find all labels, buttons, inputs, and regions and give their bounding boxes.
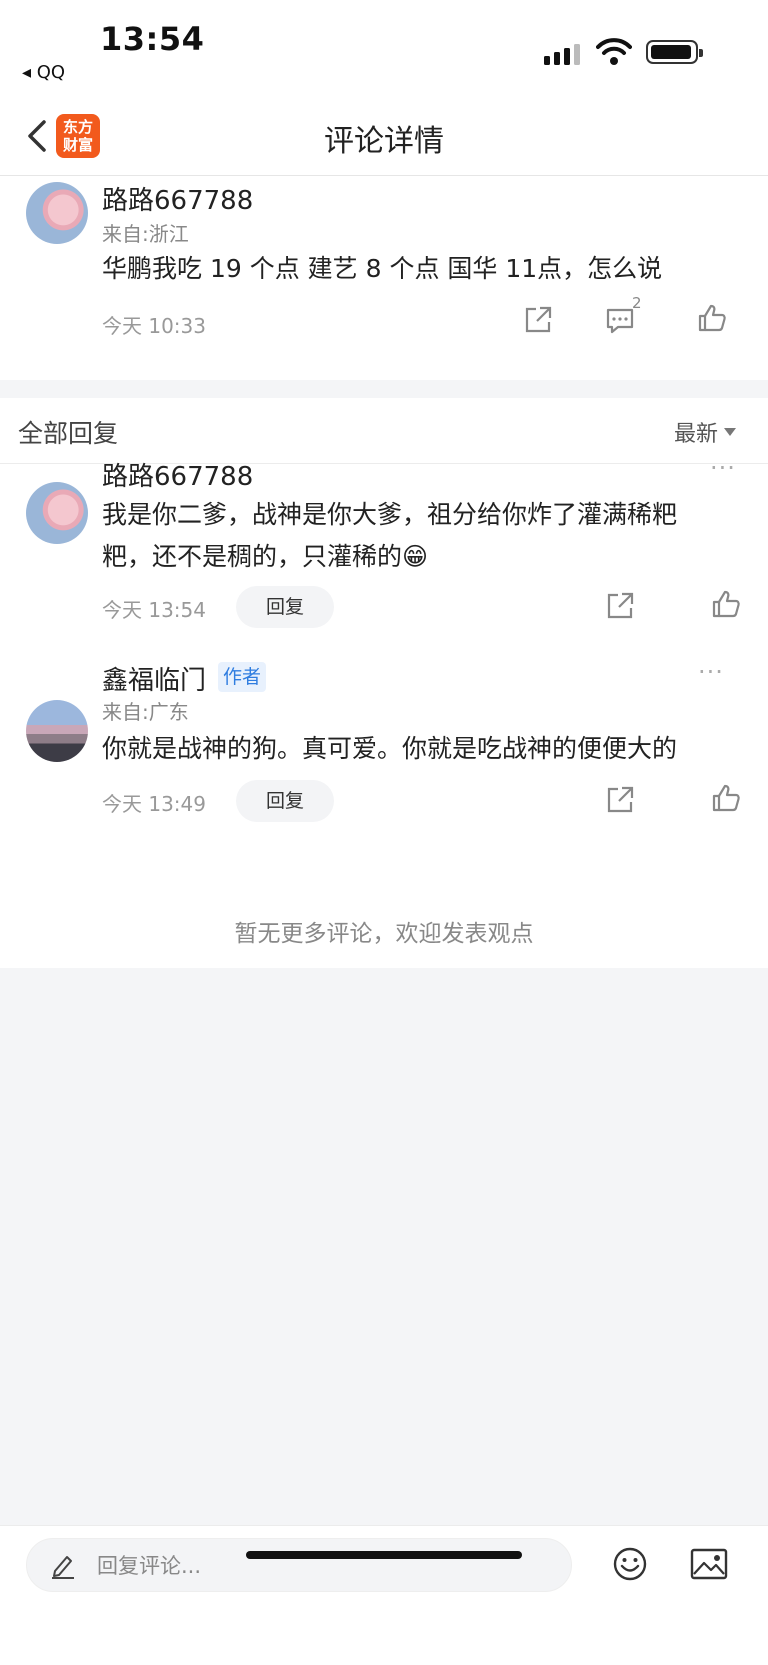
bottom-bar xyxy=(0,1525,768,1665)
wifi-icon xyxy=(596,38,632,65)
page-title: 评论详情 xyxy=(324,124,444,159)
comment-text: 华鹏我吃 19 个点 建艺 8 个点 国华 11点，怎么说 xyxy=(102,254,663,283)
more-options-icon[interactable]: ··· xyxy=(710,454,736,482)
reply-username[interactable]: 鑫福临门 xyxy=(102,660,206,697)
comment-username[interactable]: 路路667788 xyxy=(102,180,253,217)
reply-input-container[interactable] xyxy=(26,1538,572,1592)
pen-icon xyxy=(52,1556,74,1579)
status-bar: 13:54 ◂ QQ xyxy=(0,0,768,100)
sort-label: 最新 xyxy=(673,422,718,447)
image-icon[interactable] xyxy=(690,1548,728,1580)
reply-text: 我是你二爹，战神是你大爹，祖分给你炸了灌满稀粑 xyxy=(102,500,678,529)
reply-text: 粑，还不是稠的，只灌稀的😁 xyxy=(102,542,429,571)
reply-text: 你就是战神的狗。真可爱。你就是吃战神的便便大的 xyxy=(102,734,678,763)
section-divider xyxy=(0,380,768,398)
caret-down-icon[interactable] xyxy=(724,428,736,436)
replies-title: 全部回复 xyxy=(18,419,119,448)
like-icon[interactable] xyxy=(710,588,742,620)
reply-time: 今天 13:49 xyxy=(102,792,206,816)
reply-username[interactable]: 路路667788 xyxy=(102,456,253,493)
reply-location: 来自:广东 xyxy=(102,700,189,724)
replies-header: 全部回复 最新 xyxy=(0,398,768,464)
back-to-app-link[interactable]: ◂ QQ xyxy=(22,62,65,83)
author-badge: 作者 xyxy=(218,662,267,692)
comment-location: 来自:浙江 xyxy=(102,222,189,246)
avatar[interactable] xyxy=(26,482,88,544)
reply-time: 今天 13:54 xyxy=(102,598,206,622)
avatar[interactable] xyxy=(26,700,88,762)
emoji-icon[interactable] xyxy=(612,1546,648,1582)
like-icon[interactable] xyxy=(696,302,728,334)
reply-button[interactable]: 回复 xyxy=(236,586,334,628)
share-icon[interactable] xyxy=(522,304,554,336)
main-comment: 路路667788 来自:浙江 华鹏我吃 19 个点 建艺 8 个点 国华 11点… xyxy=(0,176,768,380)
more-options-icon[interactable]: ··· xyxy=(698,658,724,686)
sort-dropdown[interactable]: 最新 xyxy=(674,416,718,448)
nav-bar: 东方 财富 评论详情 xyxy=(0,100,768,176)
comment-time: 今天 10:33 xyxy=(102,314,206,338)
reply-button[interactable]: 回复 xyxy=(236,780,334,822)
comment-count-badge: 2 xyxy=(632,294,642,312)
avatar[interactable] xyxy=(26,182,88,244)
like-icon[interactable] xyxy=(710,782,742,814)
share-icon[interactable] xyxy=(604,784,636,816)
share-icon[interactable] xyxy=(604,590,636,622)
no-more-comments-text: 暂无更多评论，欢迎发表观点 xyxy=(234,921,534,947)
replies-section: 全部回复 最新 路路667788 ··· 我是你二爹，战神是你大爹，祖分给你炸了… xyxy=(0,398,768,968)
battery-icon xyxy=(646,40,703,64)
status-time: 13:54 xyxy=(100,20,205,58)
signal-icon xyxy=(544,44,580,65)
home-indicator xyxy=(246,1551,522,1559)
